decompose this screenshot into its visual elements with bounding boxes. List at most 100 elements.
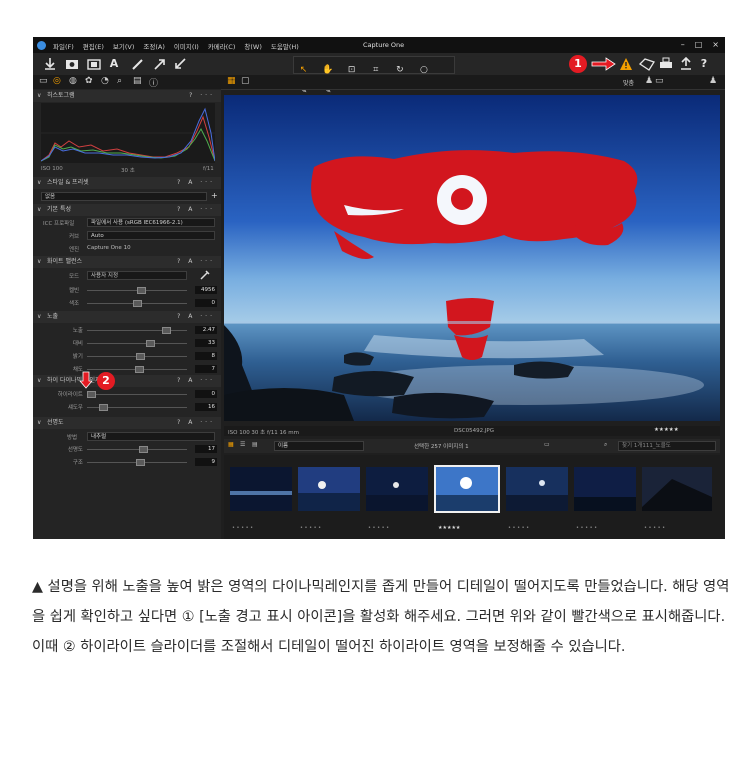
arrow-down-icon[interactable] [173,57,187,71]
exposure-row-slider-knob[interactable] [136,353,145,360]
exposure-header[interactable]: ∨ 노출 ? A ··· [33,311,221,323]
thumbnail-7[interactable] [642,467,712,511]
menu-file[interactable]: 파일(F) [53,41,74,51]
kelvin-value[interactable]: 4956 [195,286,217,294]
section-controls[interactable]: ? A ··· [177,256,215,268]
exposure-row-value[interactable]: 8 [195,352,217,360]
text-icon[interactable]: A [107,57,121,71]
menu-window[interactable]: 창(W) [244,41,261,51]
histogram-header[interactable]: ∨ 히스토그램 ? ··· [33,90,221,102]
hdr-row-slider-knob[interactable] [87,391,96,398]
exposure-row-slider-knob[interactable] [135,366,144,373]
search-icon[interactable]: ⌕ [604,441,607,449]
thumbnail-2[interactable] [298,467,360,511]
import-icon[interactable] [43,57,57,71]
exposure-row-slider-knob[interactable] [146,340,155,347]
zoom-thumbnails-icon[interactable]: ▭ [544,441,550,448]
minimize-button[interactable]: – [681,40,685,49]
capture-tab-icon[interactable]: ◎ [53,76,61,86]
search-input[interactable]: 찾기 1개111_노을도 [618,441,716,451]
section-controls[interactable]: ? A ··· [177,375,215,387]
capture-icon[interactable] [65,57,79,71]
section-controls[interactable]: ? A ··· [177,311,215,323]
proof-icon[interactable] [639,57,655,71]
filmstrip-view-icon[interactable]: ▤ [252,441,258,448]
menu-image[interactable]: 이미지(I) [174,41,199,51]
info-tab-icon[interactable]: ⓘ [149,76,158,89]
wb-mode-select[interactable]: 사용자 지정 [87,271,187,280]
hdr-row-value[interactable]: 16 [195,403,217,411]
tint-slider[interactable] [87,300,187,307]
photo-viewer[interactable] [224,95,720,421]
person-icon[interactable]: ♟ [645,76,653,86]
clarity-header[interactable]: ∨ 선명도 ? A ··· [33,417,221,429]
section-controls[interactable]: ? A ··· [177,177,215,189]
exposure-tab-icon[interactable]: ◔ [101,76,109,86]
curve-select[interactable]: Auto [87,231,215,240]
menu-view[interactable]: 보기(V) [113,41,134,51]
thumbnail-4-selected[interactable] [434,465,500,513]
metadata-tab-icon[interactable]: ▤ [133,76,142,86]
kelvin-slider-knob[interactable] [137,287,146,294]
help-icon[interactable]: ? [697,57,711,71]
hdr-row-slider[interactable] [87,391,187,398]
user-icon[interactable]: ♟ [709,76,717,86]
viewer-rating[interactable]: ★★★★★ [654,427,679,433]
tint-value[interactable]: 0 [195,299,217,307]
thumbnail-6[interactable] [574,467,636,511]
grid-view-icon[interactable]: ▦ [227,76,236,86]
color-tab-icon[interactable]: ✿ [85,76,93,86]
brush-icon[interactable] [131,57,145,71]
menu-help[interactable]: 도움말(H) [271,41,299,51]
kelvin-slider[interactable] [87,287,187,294]
clarity-method-select[interactable]: 내추럴 [87,432,215,441]
exposure-row-value[interactable]: 33 [195,339,217,347]
section-controls[interactable]: ? A ··· [177,417,215,429]
clarity-row-value[interactable]: 9 [195,458,217,466]
menu-camera[interactable]: 카메라(C) [208,41,236,51]
lens-tab-icon[interactable]: ◍ [69,76,77,86]
thumbnail-5[interactable] [506,467,568,511]
clarity-row-slider-knob[interactable] [136,459,145,466]
sort-select[interactable]: 이름 [274,441,364,451]
print-icon[interactable] [659,57,673,71]
menu-adjust[interactable]: 조정(A) [143,41,164,51]
close-button[interactable]: × [712,40,719,49]
clarity-row-slider[interactable] [87,446,187,453]
hdr-row-slider-knob[interactable] [99,404,108,411]
zoom-slider-icon[interactable]: ▭ [655,76,664,86]
exposure-row-slider[interactable] [87,353,187,360]
library-tab-icon[interactable]: ▭ [39,76,48,86]
styles-select[interactable]: 없음 [41,192,207,201]
arrow-up-icon[interactable] [153,57,167,71]
base-characteristics-header[interactable]: ∨ 기본 특성 ? A ··· [33,204,221,216]
exposure-row-slider[interactable] [87,366,187,373]
export-icon[interactable] [87,57,101,71]
exposure-row-slider[interactable] [87,327,187,334]
maximize-button[interactable]: □ [695,40,703,49]
exposure-warning-icon[interactable] [619,57,633,71]
details-tab-icon[interactable]: ⌕ [117,76,122,86]
exposure-row-slider-knob[interactable] [162,327,171,334]
exposure-row-value[interactable]: 2.47 [195,326,217,334]
section-controls[interactable]: ? A ··· [177,204,215,216]
thumbnail-4-rating[interactable]: ★★★★★ [438,525,460,531]
hdr-header[interactable]: ∨ 하이 다이나믹 레인지 ? A ··· [33,375,221,387]
hdr-row-slider[interactable] [87,404,187,411]
menu-edit[interactable]: 편집(E) [83,41,104,51]
thumbnail-3[interactable] [366,467,428,511]
thumbnail-1[interactable] [230,467,292,511]
list-view-icon[interactable]: ☰ [240,441,245,448]
exposure-row-slider[interactable] [87,340,187,347]
thumbnail-view-icon[interactable]: ▦ [228,441,234,448]
exposure-row-value[interactable]: 7 [195,365,217,373]
section-controls[interactable]: ? ··· [189,90,215,102]
hdr-row-value[interactable]: 0 [195,390,217,398]
add-preset-icon[interactable]: + [211,191,218,200]
styles-header[interactable]: ∨ 스타일 & 프리셋 ? A ··· [33,177,221,189]
clarity-row-value[interactable]: 17 [195,445,217,453]
icc-profile-select[interactable]: 파일에서 사용 (sRGB IEC61966-2.1) [87,218,215,227]
tint-slider-knob[interactable] [133,300,142,307]
clarity-row-slider-knob[interactable] [139,446,148,453]
white-balance-header[interactable]: ∨ 화이트 밸런스 ? A ··· [33,256,221,268]
